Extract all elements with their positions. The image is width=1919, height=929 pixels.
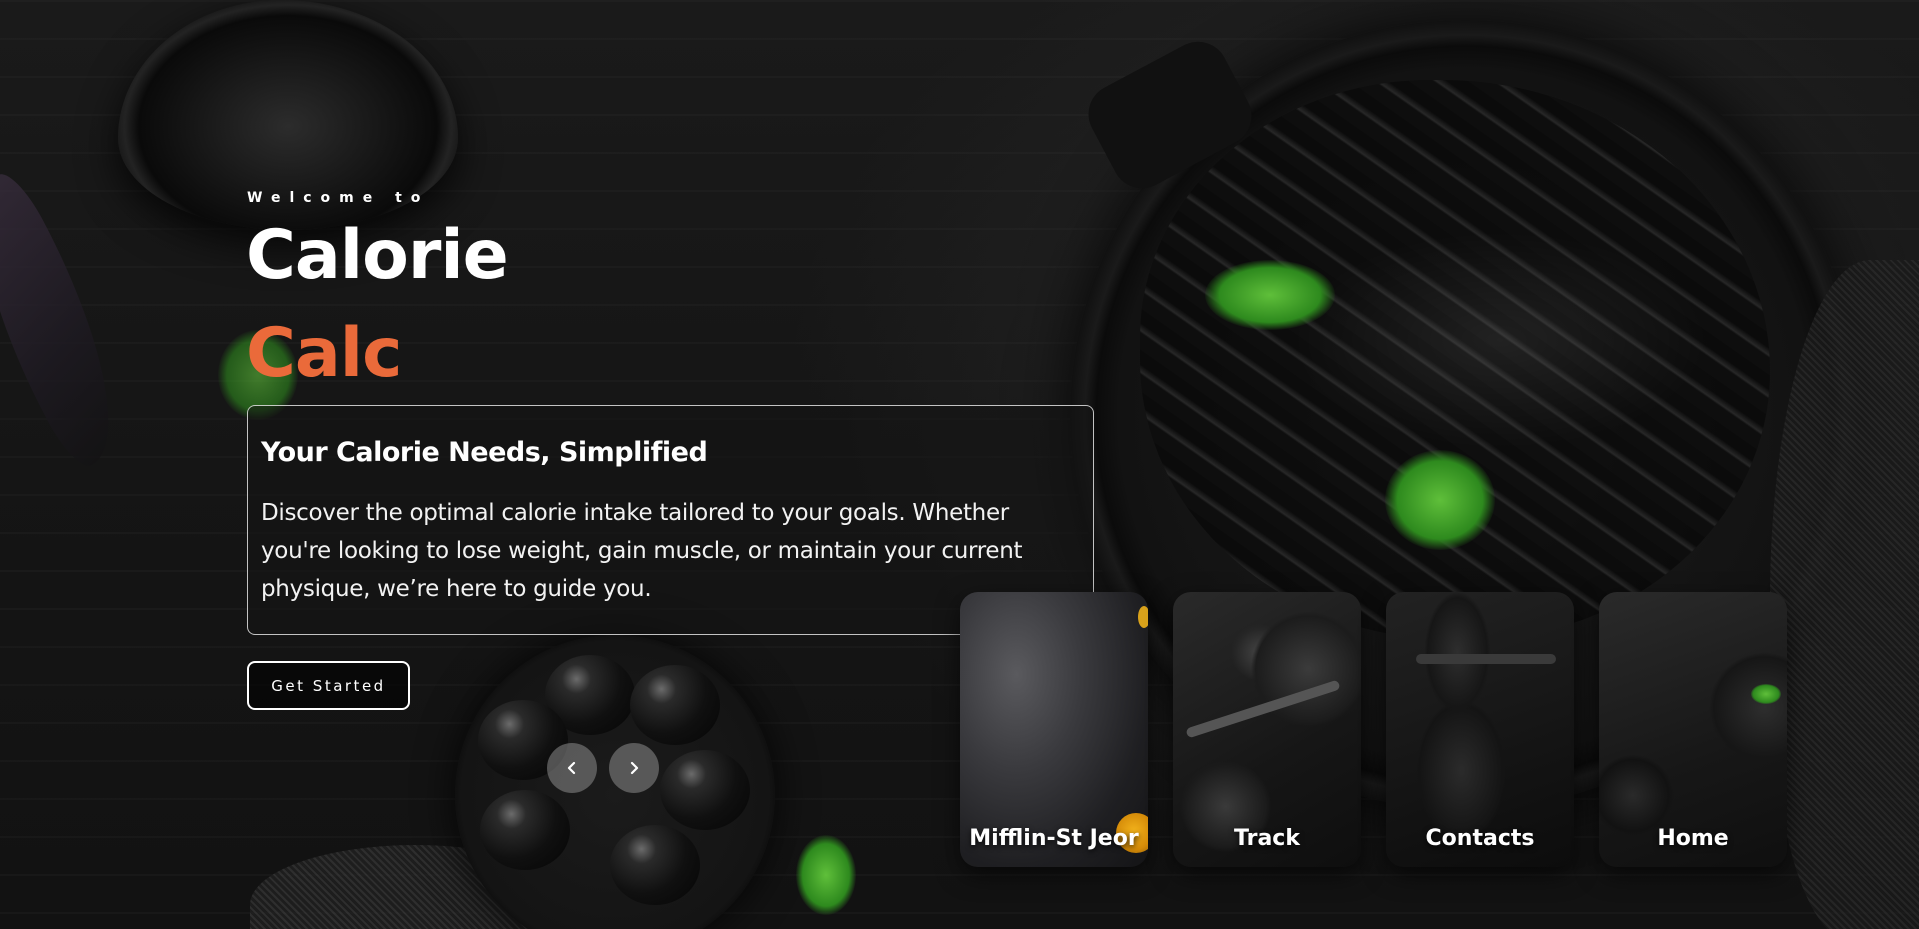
olive-image bbox=[610, 825, 700, 905]
card-decor bbox=[1138, 606, 1148, 628]
olive-image bbox=[660, 750, 750, 830]
app-title-line1: Calorie bbox=[246, 216, 509, 295]
nav-card-label: Mifflin-St Jeor bbox=[969, 826, 1139, 851]
slider-prev-button[interactable] bbox=[547, 743, 597, 793]
card-decor bbox=[1416, 654, 1556, 664]
nav-card-label: Track bbox=[1234, 826, 1300, 851]
card-decor bbox=[1751, 684, 1781, 704]
intro-heading: Your Calorie Needs, Simplified bbox=[261, 437, 708, 468]
olive-image bbox=[630, 665, 720, 745]
chevron-left-icon bbox=[567, 761, 576, 775]
nav-card-mifflin-st-jeor[interactable]: Mifflin-St Jeor bbox=[960, 592, 1148, 867]
app-title-line2: Calc bbox=[246, 314, 402, 393]
nav-card-home[interactable]: Home bbox=[1599, 592, 1787, 867]
welcome-text: Welcome to bbox=[247, 190, 430, 206]
nav-card-label: Home bbox=[1657, 826, 1729, 851]
intro-body: Discover the optimal calorie intake tail… bbox=[261, 500, 1023, 602]
nav-card-label: Contacts bbox=[1425, 826, 1535, 851]
get-started-button[interactable]: Get Started bbox=[247, 661, 410, 710]
olive-image bbox=[480, 790, 570, 870]
leaf-image bbox=[0, 166, 156, 474]
slider-next-button[interactable] bbox=[609, 743, 659, 793]
nav-card-track[interactable]: Track bbox=[1173, 592, 1361, 867]
hero-section: Welcome to Calorie Calc Your Calorie Nee… bbox=[0, 0, 1919, 929]
parsley-image bbox=[1205, 260, 1335, 330]
parsley-image bbox=[1385, 450, 1495, 550]
parsley-image bbox=[796, 835, 856, 915]
nav-card-contacts[interactable]: Contacts bbox=[1386, 592, 1574, 867]
pasta-sheen bbox=[1290, 230, 1710, 450]
chevron-right-icon bbox=[630, 761, 639, 775]
